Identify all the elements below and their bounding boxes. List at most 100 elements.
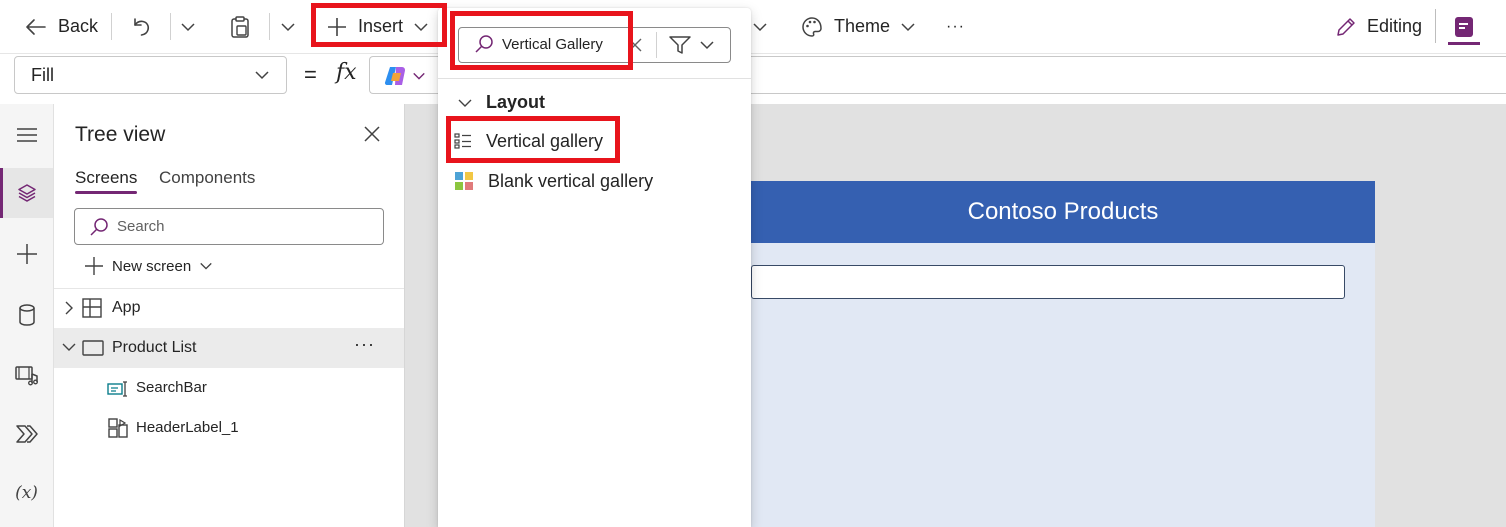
new-screen-button[interactable]: New screen: [84, 256, 213, 276]
menu-button[interactable]: [0, 110, 53, 160]
tree-item-label: SearchBar: [136, 379, 207, 396]
active-tab-indicator: [75, 191, 137, 194]
tab-screens[interactable]: Screens: [75, 168, 137, 188]
app-screen-preview[interactable]: Contoso Products: [751, 181, 1375, 527]
tree-view-pane: Tree view Screens Components Search New …: [54, 104, 405, 527]
clipboard-icon: [229, 15, 251, 39]
vertical-gallery-item[interactable]: Vertical gallery: [454, 122, 603, 160]
back-label: Back: [58, 16, 99, 36]
chevron-down-icon: [254, 67, 270, 83]
fx-icon: fx: [336, 60, 357, 85]
insert-rail-button[interactable]: [0, 229, 53, 279]
tree-item-app[interactable]: App: [54, 288, 404, 328]
hidden-chevron-button[interactable]: [752, 0, 768, 53]
close-tree-view-button[interactable]: [362, 124, 382, 144]
blank-vertical-gallery-label: Blank vertical gallery: [488, 170, 654, 191]
tab-components[interactable]: Components: [159, 168, 255, 188]
paste-chevron-button[interactable]: [280, 0, 296, 53]
property-dropdown[interactable]: Fill: [14, 56, 287, 94]
chevron-down-icon: [62, 342, 76, 352]
layout-section-label: Layout: [486, 92, 546, 112]
close-icon: [627, 37, 643, 53]
filter-icon: [669, 35, 691, 55]
palette-icon: [800, 15, 824, 39]
active-rail-indicator: [0, 168, 3, 218]
theme-button[interactable]: Theme: [800, 0, 916, 53]
undo-chevron-button[interactable]: [180, 0, 196, 53]
chevron-down-icon: [900, 19, 916, 35]
pencil-icon: [1335, 16, 1357, 38]
notes-button[interactable]: [1453, 0, 1475, 53]
editing-button[interactable]: Editing: [1335, 0, 1422, 53]
text-input-icon: [107, 381, 129, 397]
blank-vertical-gallery-icon: [454, 171, 474, 191]
plus-icon: [16, 243, 38, 265]
copilot-icon: [384, 65, 408, 87]
theme-label: Theme: [834, 16, 891, 36]
tree-item-label: App: [112, 299, 141, 316]
tab-screens-label: Screens: [75, 168, 138, 187]
notebook-icon: [1453, 15, 1475, 39]
plus-icon: [84, 256, 104, 276]
tree-search-input[interactable]: Search: [74, 208, 384, 245]
screen-icon: [82, 340, 104, 356]
filter-button[interactable]: [669, 35, 715, 55]
more-button[interactable]: ···: [946, 0, 965, 53]
vertical-gallery-icon: [454, 133, 472, 149]
chevron-down-icon: [412, 69, 426, 83]
power-automate-button[interactable]: [0, 409, 53, 459]
database-icon: [18, 304, 36, 326]
tree-item-label: Product List: [112, 339, 197, 356]
chevron-down-icon: [458, 98, 472, 108]
search-icon: [474, 34, 494, 54]
chevron-down-icon: [199, 259, 213, 273]
chevron-right-icon: [64, 301, 74, 315]
property-value: Fill: [31, 64, 54, 85]
header-label[interactable]: Contoso Products: [751, 181, 1375, 243]
tree-view-button[interactable]: [0, 168, 53, 218]
chevron-down-icon: [180, 19, 196, 35]
search-icon: [89, 217, 109, 237]
layout-section-header[interactable]: Layout: [458, 92, 545, 113]
variables-icon: (x): [15, 483, 38, 503]
tree-item-product-list[interactable]: Product List ···: [54, 328, 404, 368]
chevron-down-icon: [280, 19, 296, 35]
insert-label: Insert: [358, 16, 404, 36]
new-screen-label: New screen: [112, 257, 192, 275]
app-icon: [82, 298, 102, 318]
clear-search-button[interactable]: [627, 37, 643, 53]
data-button[interactable]: [0, 290, 53, 340]
undo-button[interactable]: [130, 0, 152, 53]
arrow-left-icon: [24, 15, 48, 39]
undo-icon: [130, 16, 152, 38]
left-rail: (x): [0, 104, 54, 527]
equals-sign: =: [304, 62, 317, 87]
formula-bar: Fill = fx: [0, 53, 1506, 103]
tree-search-placeholder: Search: [117, 218, 165, 235]
plus-icon: [326, 16, 348, 38]
insert-button[interactable]: Insert: [326, 0, 429, 53]
chevron-down-icon: [752, 19, 768, 35]
back-button[interactable]: Back: [24, 0, 98, 53]
blank-vertical-gallery-item[interactable]: Blank vertical gallery: [454, 162, 653, 200]
insert-search-value: Vertical Gallery: [502, 35, 603, 53]
notes-active-indicator: [1448, 42, 1480, 45]
vertical-gallery-label: Vertical gallery: [486, 130, 604, 151]
canvas-search-bar[interactable]: [751, 265, 1345, 299]
media-icon: [14, 364, 39, 386]
command-bar: Back Insert Theme ··· Editing: [0, 0, 1506, 53]
more-options-button[interactable]: ···: [354, 334, 375, 355]
tree-item-headerlabel[interactable]: HeaderLabel_1: [54, 408, 404, 448]
paste-button[interactable]: [229, 0, 251, 53]
copilot-button[interactable]: [384, 65, 426, 87]
insert-search-input[interactable]: Vertical Gallery: [474, 34, 603, 54]
variables-button[interactable]: (x): [0, 468, 53, 518]
more-label: ···: [946, 17, 965, 35]
media-button[interactable]: [0, 350, 53, 400]
insert-flyout: Vertical Gallery Layout Vertical gallery…: [438, 8, 751, 527]
close-icon: [362, 124, 382, 144]
chevron-down-icon: [699, 37, 715, 53]
menu-icon: [16, 127, 38, 143]
tree-item-searchbar[interactable]: SearchBar: [54, 368, 404, 408]
power-automate-icon: [15, 424, 39, 444]
